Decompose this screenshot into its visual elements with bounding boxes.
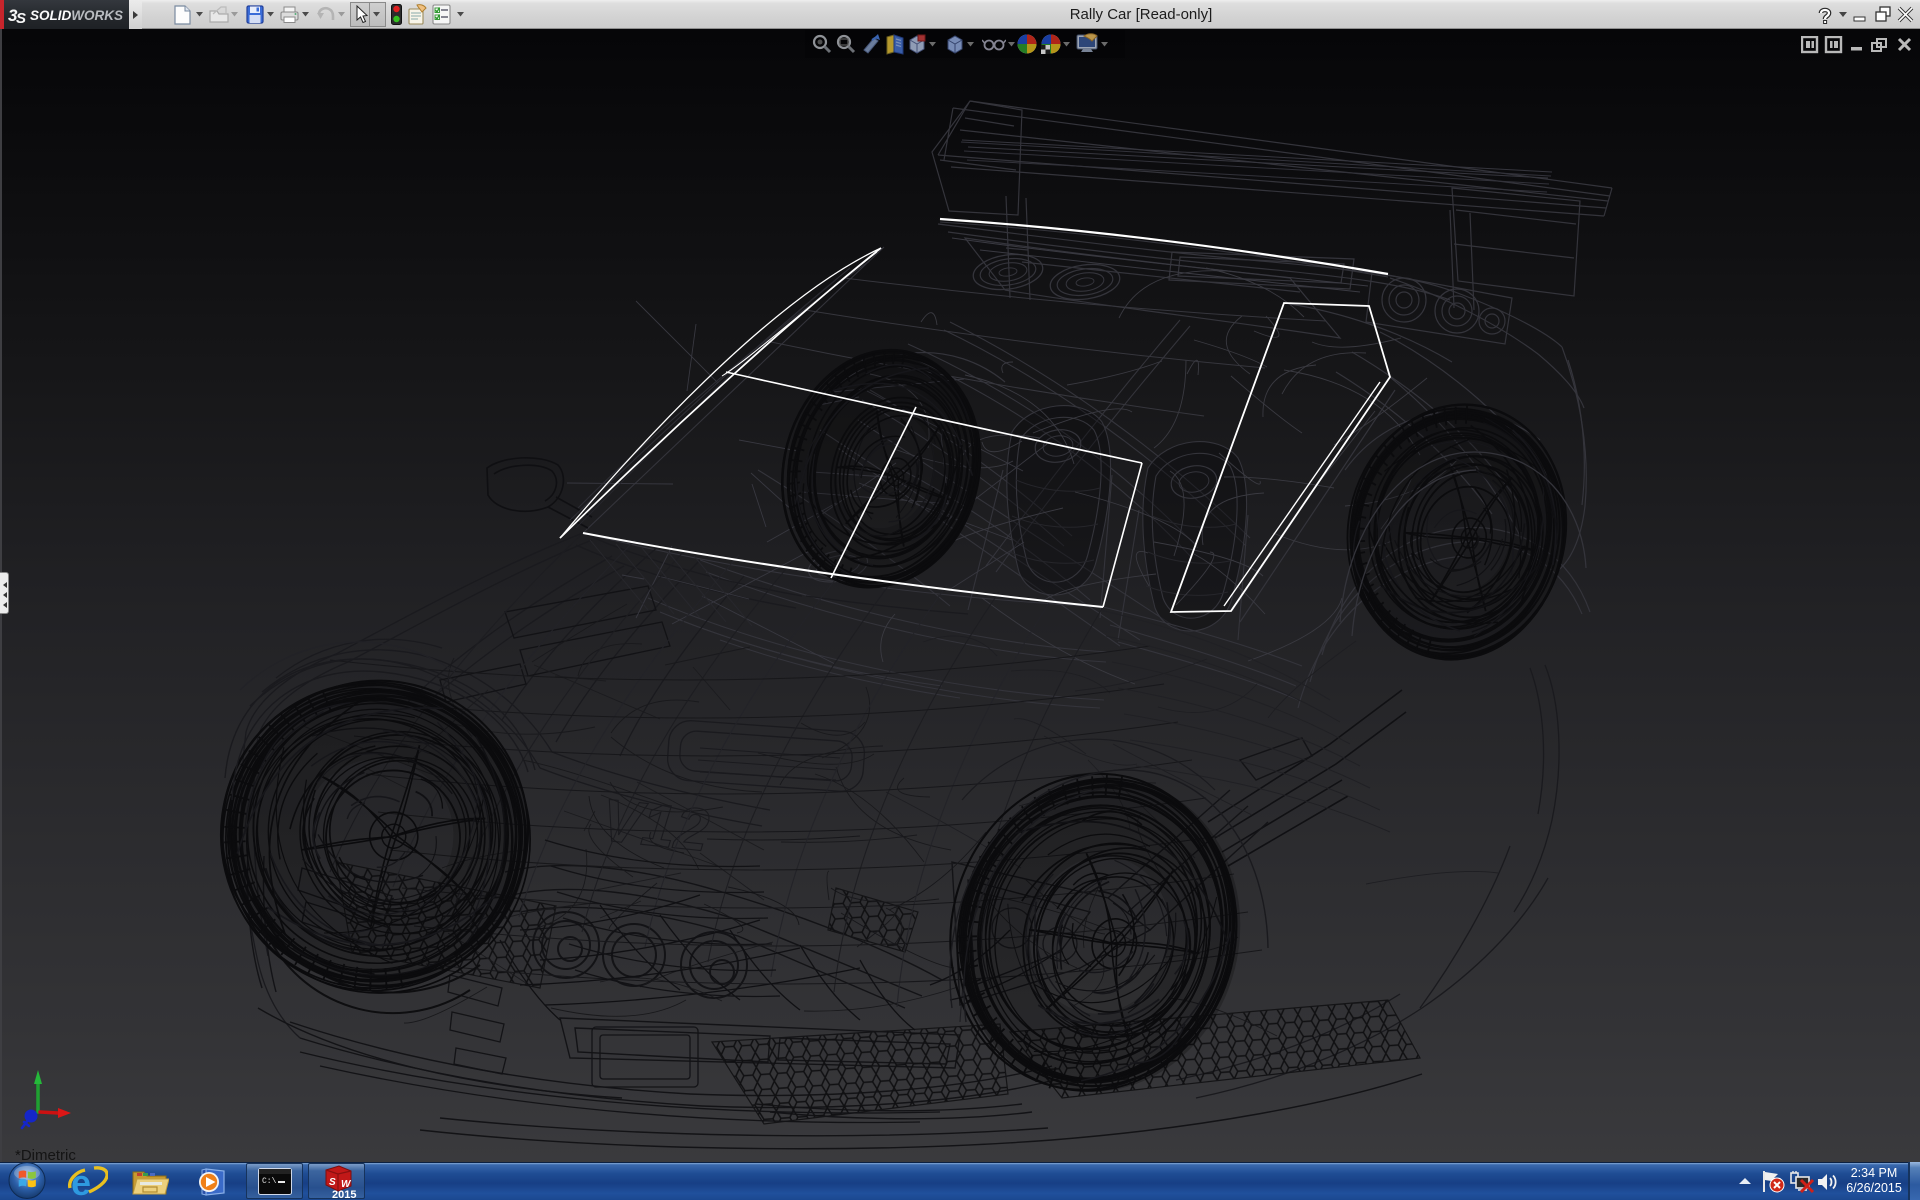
svg-text:2015: 2015 bbox=[332, 1189, 356, 1199]
svg-text:S: S bbox=[329, 1177, 336, 1188]
svg-text:V12: V12 bbox=[599, 786, 712, 864]
svg-text:S: S bbox=[16, 10, 26, 26]
svg-text:SOLIDWORKS: SOLIDWORKS bbox=[30, 8, 123, 23]
svg-text:C:\: C:\ bbox=[262, 1177, 277, 1186]
